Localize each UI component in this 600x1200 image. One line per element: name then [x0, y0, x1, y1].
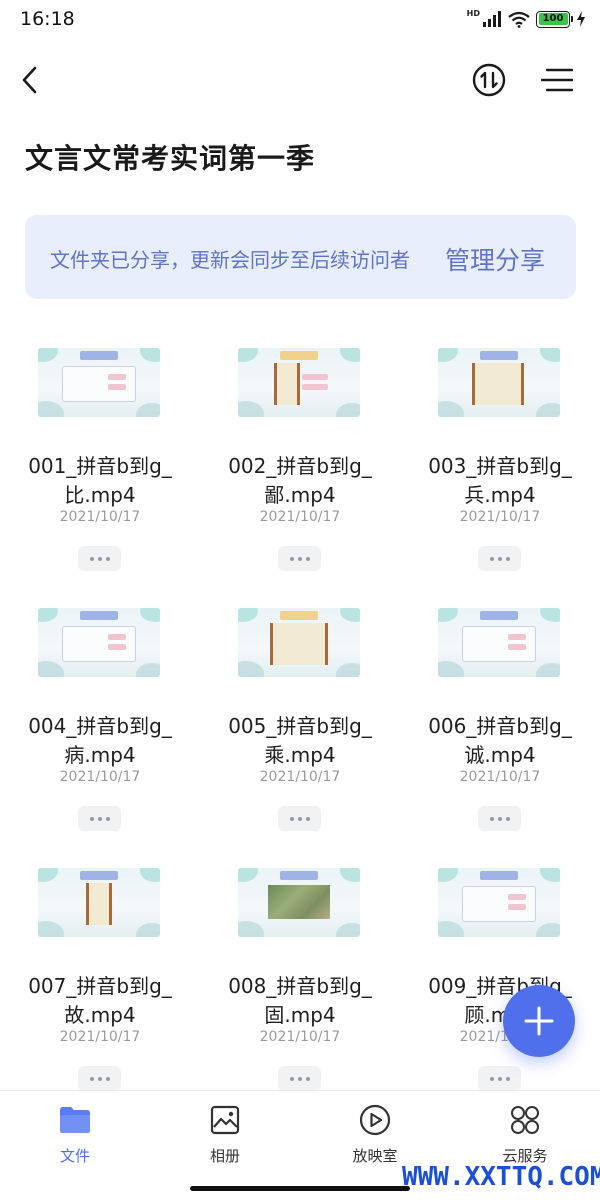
menu-button[interactable]: [538, 62, 576, 98]
file-date: 2021/10/17: [259, 769, 341, 785]
photo-album-icon: [208, 1103, 242, 1137]
battery-level: 100: [538, 13, 568, 25]
file-card[interactable]: 003_拼音b到g_兵.mp4 2021/10/17: [400, 348, 600, 608]
file-date: 2021/10/17: [59, 509, 141, 525]
file-card[interactable]: 001_拼音b到g_比.mp4 2021/10/17: [0, 348, 200, 608]
chevron-left-icon: [22, 66, 37, 94]
file-card[interactable]: 002_拼音b到g_鄙.mp4 2021/10/17: [200, 348, 400, 608]
file-name: 008_拼音b到g_固.mp4: [228, 974, 372, 1027]
video-thumbnail[interactable]: [438, 608, 560, 677]
wifi-icon: [508, 11, 530, 28]
grid-icon: [508, 1103, 542, 1137]
more-options-button[interactable]: [478, 1066, 521, 1091]
manage-share-button[interactable]: 管理分享: [445, 241, 545, 277]
file-card[interactable]: 008_拼音b到g_固.mp4 2021/10/17: [200, 868, 400, 1128]
file-date: 2021/10/17: [459, 509, 541, 525]
battery-icon: 100: [536, 10, 573, 28]
file-date: 2021/10/17: [59, 769, 141, 785]
file-card[interactable]: 009_拼音b到g_顾.mp4 2021/10/17: [400, 868, 600, 1128]
video-thumbnail[interactable]: [38, 868, 160, 937]
more-options-button[interactable]: [478, 546, 521, 571]
charging-icon: [577, 11, 585, 27]
video-thumbnail[interactable]: [238, 608, 360, 677]
nav-label: 相册: [209, 1147, 240, 1165]
folder-icon: [58, 1103, 92, 1137]
page-title: 文言文常考实词第一季: [25, 142, 316, 175]
status-time: 16:18: [20, 8, 75, 30]
file-card[interactable]: 005_拼音b到g_乘.mp4 2021/10/17: [200, 608, 400, 868]
nav-item-files[interactable]: 文件: [0, 1103, 150, 1173]
more-options-button[interactable]: [78, 806, 121, 831]
video-thumbnail[interactable]: [238, 868, 360, 937]
more-options-button[interactable]: [278, 546, 321, 571]
file-card[interactable]: 006_拼音b到g_诚.mp4 2021/10/17: [400, 608, 600, 868]
watermark: WWW.XXTTQ.COM: [402, 1162, 600, 1192]
file-date: 2021/10/17: [259, 509, 341, 525]
network-type-label: HD: [466, 9, 480, 18]
file-card[interactable]: 004_拼音b到g_病.mp4 2021/10/17: [0, 608, 200, 868]
nav-label: 放映室: [352, 1147, 398, 1165]
back-button[interactable]: [12, 62, 48, 98]
nav-item-album[interactable]: 相册: [150, 1103, 300, 1173]
file-name: 002_拼音b到g_鄙.mp4: [228, 454, 372, 507]
more-options-button[interactable]: [478, 806, 521, 831]
sort-icon: [472, 63, 506, 97]
file-name: 003_拼音b到g_兵.mp4: [428, 454, 572, 507]
file-date: 2021/10/17: [259, 1029, 341, 1045]
video-thumbnail[interactable]: [238, 348, 360, 417]
sort-button[interactable]: [471, 62, 507, 98]
video-thumbnail[interactable]: [438, 348, 560, 417]
signal-icon: [483, 11, 501, 27]
file-name: 006_拼音b到g_诚.mp4: [428, 714, 572, 767]
share-banner: 文件夹已分享，更新会同步至后续访问者 管理分享: [25, 215, 576, 299]
file-name: 007_拼音b到g_故.mp4: [28, 974, 172, 1027]
share-status-text: 文件夹已分享，更新会同步至后续访问者: [50, 248, 410, 272]
file-name: 004_拼音b到g_病.mp4: [28, 714, 172, 767]
home-indicator[interactable]: [190, 1186, 410, 1191]
add-button[interactable]: [503, 985, 575, 1057]
nav-label: 文件: [59, 1147, 90, 1165]
more-options-button[interactable]: [278, 806, 321, 831]
more-options-button[interactable]: [278, 1066, 321, 1091]
file-name: 005_拼音b到g_乘.mp4: [228, 714, 372, 767]
file-date: 2021/10/17: [59, 1029, 141, 1045]
file-date: 2021/10/17: [459, 769, 541, 785]
video-thumbnail[interactable]: [38, 348, 160, 417]
more-options-button[interactable]: [78, 546, 121, 571]
plus-icon: [524, 1006, 554, 1036]
video-thumbnail[interactable]: [438, 868, 560, 937]
play-icon: [358, 1103, 392, 1137]
menu-icon: [541, 68, 573, 92]
file-card[interactable]: 007_拼音b到g_故.mp4 2021/10/17: [0, 868, 200, 1128]
file-name: 001_拼音b到g_比.mp4: [28, 454, 172, 507]
more-options-button[interactable]: [78, 1066, 121, 1091]
status-icons: HD 100: [467, 8, 586, 30]
video-thumbnail[interactable]: [38, 608, 160, 677]
status-bar: 16:18 HD 100: [0, 0, 600, 40]
